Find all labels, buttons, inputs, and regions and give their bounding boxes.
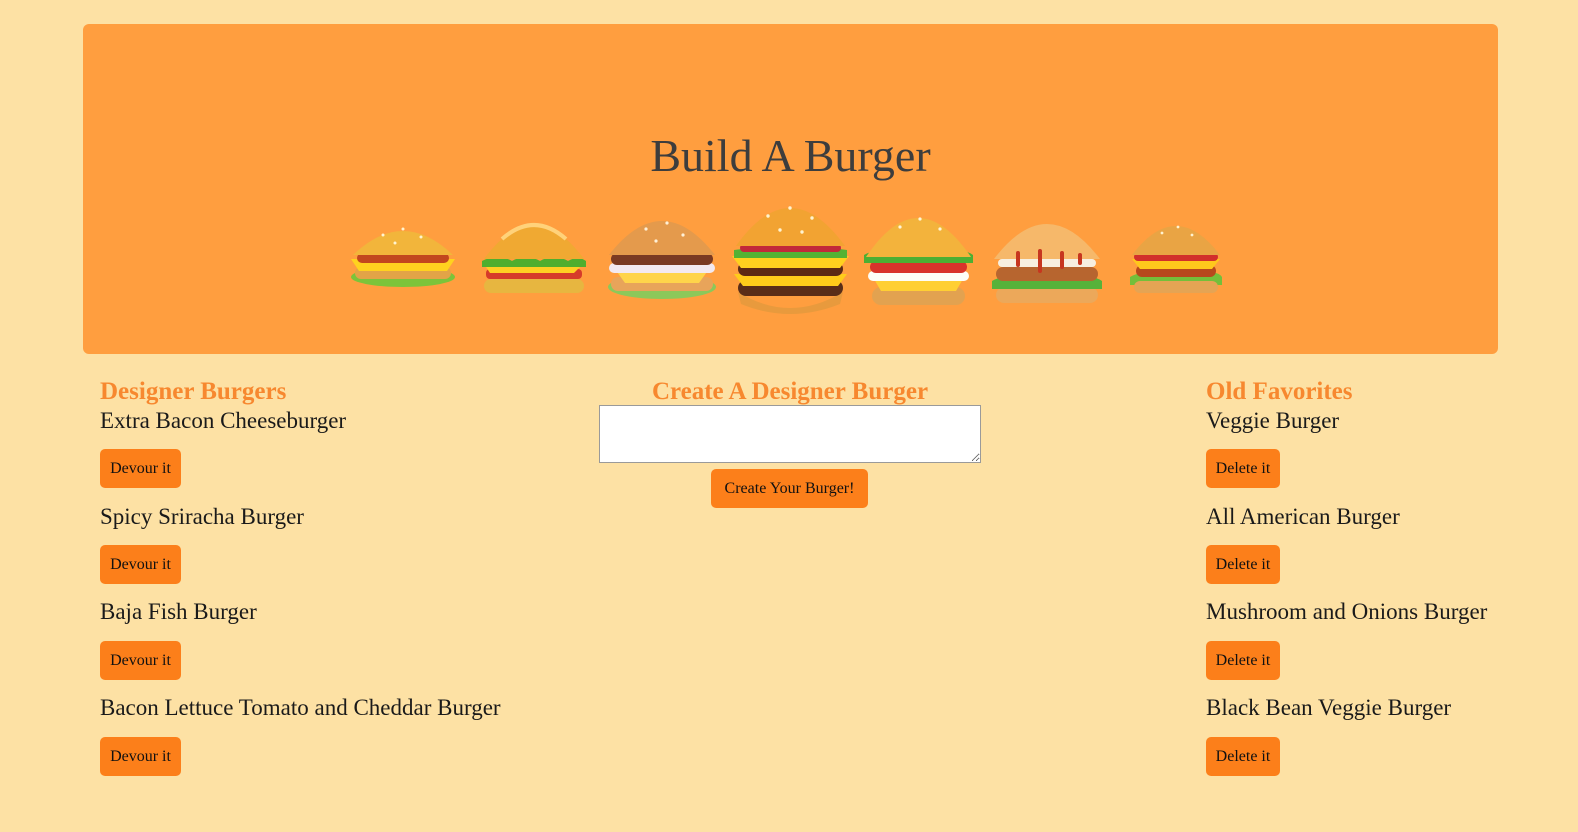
page-title: Build A Burger — [650, 130, 931, 181]
deluxe-burger-icon — [601, 207, 723, 307]
favorite-burger-name: Mushroom and Onions Burger — [1206, 599, 1488, 624]
devour-button[interactable]: Devour it — [100, 641, 181, 680]
create-burger-button[interactable]: Create Your Burger! — [711, 469, 868, 508]
designer-burger-name: Baja Fish Burger — [100, 599, 257, 624]
devour-button[interactable]: Devour it — [100, 449, 181, 488]
header-jumbotron: Build A Burger — [83, 24, 1498, 354]
lettuce-burger-icon — [478, 209, 590, 301]
delete-button[interactable]: Delete it — [1206, 737, 1280, 776]
favorite-burger-name: Veggie Burger — [1206, 408, 1340, 433]
delete-button[interactable]: Delete it — [1206, 545, 1280, 584]
sauce-burger-icon — [988, 203, 1106, 309]
create-burger-heading: Create A Designer Burger — [651, 378, 929, 405]
delete-button[interactable]: Delete it — [1206, 449, 1280, 488]
double-bacon-burger-icon — [728, 194, 853, 319]
favorite-burger-name: Black Bean Veggie Burger — [1206, 695, 1452, 720]
old-favorites-heading: Old Favorites — [1206, 378, 1353, 405]
favorite-burger-name: All American Burger — [1206, 504, 1400, 529]
classic-burger-icon — [1126, 211, 1226, 299]
burger-name-input[interactable] — [599, 405, 981, 463]
devour-button[interactable]: Devour it — [100, 545, 181, 584]
devour-button[interactable]: Devour it — [100, 737, 181, 776]
burger-image-row — [83, 189, 1498, 319]
cheeseburger-icon — [343, 215, 463, 293]
designer-burger-name: Spicy Sriracha Burger — [100, 504, 304, 529]
designer-burgers-heading: Designer Burgers — [100, 378, 287, 405]
designer-burger-name: Bacon Lettuce Tomato and Cheddar Burger — [100, 695, 501, 720]
delete-button[interactable]: Delete it — [1206, 641, 1280, 680]
tomato-onion-burger-icon — [860, 199, 977, 311]
designer-burger-name: Extra Bacon Cheeseburger — [100, 408, 347, 433]
